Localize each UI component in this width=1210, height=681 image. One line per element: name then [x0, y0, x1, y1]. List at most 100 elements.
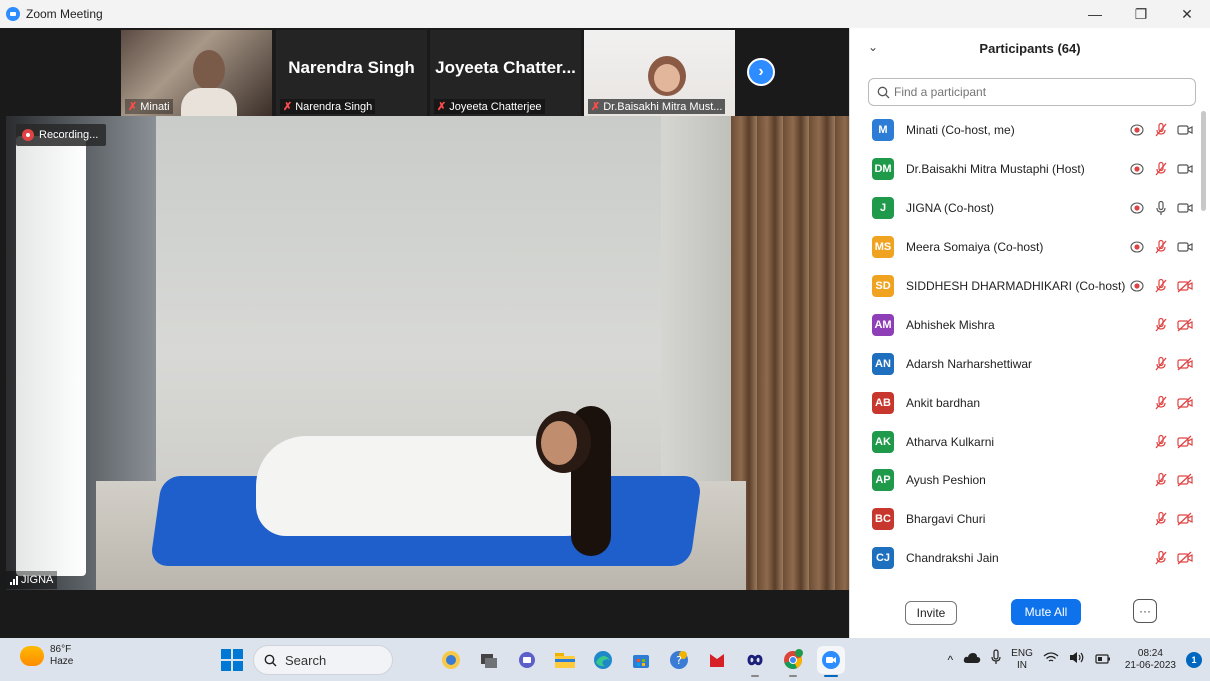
clock-date: 21-06-2023: [1124, 659, 1176, 671]
mic-muted-icon[interactable]: [1153, 434, 1169, 450]
weather-widget[interactable]: 86°F Haze: [20, 644, 73, 668]
window-controls: — ❐ ✕: [1072, 0, 1210, 28]
invite-button[interactable]: Invite: [905, 601, 957, 625]
video-on-icon[interactable]: [1177, 161, 1193, 177]
task-view-icon[interactable]: [475, 646, 503, 674]
mute-all-button[interactable]: Mute All: [1011, 599, 1081, 625]
participant-status-icons: [1129, 111, 1193, 150]
video-on-icon[interactable]: [1177, 200, 1193, 216]
notification-badge[interactable]: 1: [1186, 651, 1202, 668]
mic-muted-icon[interactable]: [1153, 356, 1169, 372]
thumbnail-big-name: Narendra Singh: [288, 58, 415, 77]
participant-avatar: AK: [872, 430, 894, 453]
participant-row[interactable]: AP Ayush Peshion: [850, 461, 1205, 500]
video-off-icon[interactable]: [1177, 434, 1193, 450]
mic-muted-icon[interactable]: [1153, 239, 1169, 255]
participant-name: Minati (Co-host, me): [906, 123, 1015, 138]
video-off-icon[interactable]: [1177, 550, 1193, 566]
thumbnail-label: ✗ Narendra Singh: [280, 99, 376, 114]
participant-row[interactable]: AK Atharva Kulkarni: [850, 422, 1205, 461]
participant-row[interactable]: CJ Chandrakshi Jain: [850, 539, 1205, 578]
close-button[interactable]: ✕: [1164, 0, 1210, 28]
wifi-icon[interactable]: [1043, 651, 1059, 669]
participant-name: Ankit bardhan: [906, 395, 981, 410]
more-options-button[interactable]: ···: [1133, 599, 1157, 623]
participant-name: Meera Somaiya (Co-host): [906, 240, 1044, 255]
participant-avatar: J: [872, 197, 894, 220]
next-page-button[interactable]: ›: [747, 58, 775, 86]
participant-status-icons: [1153, 344, 1193, 383]
weather-condition: Haze: [50, 656, 74, 667]
zoom-app-taskbar-icon[interactable]: [817, 646, 845, 677]
file-explorer-icon[interactable]: [551, 646, 579, 674]
taskbar-apps: Search ?: [221, 642, 845, 678]
participant-thumbnail[interactable]: ✗ Minati: [121, 30, 272, 116]
mic-muted-icon[interactable]: [1153, 161, 1169, 177]
onedrive-cloud-icon[interactable]: [963, 651, 981, 669]
microphone-icon[interactable]: [991, 649, 1001, 670]
widgets-app-icon[interactable]: [437, 646, 465, 674]
recording-indicator[interactable]: Recording...: [16, 124, 107, 146]
taskbar-search-label: Search: [285, 652, 327, 668]
windows-start-icon[interactable]: [221, 649, 243, 671]
video-off-icon[interactable]: [1177, 317, 1193, 333]
search-input[interactable]: [894, 85, 1184, 99]
participant-status-icons: [1153, 422, 1193, 461]
thumbnail-name: Dr.Baisakhi Mitra Must...: [603, 100, 723, 113]
participant-row[interactable]: AB Ankit bardhan: [850, 383, 1205, 422]
video-off-icon[interactable]: [1177, 511, 1193, 527]
taskbar-search[interactable]: Search: [253, 645, 393, 675]
mic-muted-icon[interactable]: [1153, 472, 1169, 488]
participant-row[interactable]: AM Abhishek Mishra: [850, 305, 1205, 344]
participant-row[interactable]: MS Meera Somaiya (Co-host): [850, 228, 1205, 267]
video-off-icon[interactable]: [1177, 278, 1193, 294]
mic-muted-icon[interactable]: [1153, 122, 1169, 138]
mic-muted-icon[interactable]: [1153, 317, 1169, 333]
show-hidden-icons-chevron-icon[interactable]: ^: [948, 653, 954, 667]
participant-name: Chandrakshi Jain: [906, 551, 999, 566]
participant-row[interactable]: SD SIDDHESH DHARMADHIKARI (Co-host): [850, 267, 1205, 306]
panel-scrollbar[interactable]: [1201, 111, 1206, 211]
minimize-button[interactable]: —: [1072, 0, 1118, 28]
participant-row[interactable]: DM Dr.Baisakhi Mitra Mustaphi (Host): [850, 150, 1205, 189]
volume-icon[interactable]: [1069, 651, 1085, 669]
clock[interactable]: 08:24 21-06-2023: [1125, 648, 1176, 672]
participant-row[interactable]: M Minati (Co-host, me): [850, 111, 1205, 150]
video-off-icon[interactable]: [1177, 395, 1193, 411]
collapse-panel-icon[interactable]: ⌄: [868, 40, 878, 54]
video-off-icon[interactable]: [1177, 356, 1193, 372]
participant-name: Ayush Peshion: [906, 473, 986, 488]
participant-thumbnail[interactable]: ✗ Dr.Baisakhi Mitra Must...: [584, 30, 735, 116]
mic-muted-icon[interactable]: [1153, 278, 1169, 294]
participant-status-icons: [1153, 539, 1193, 578]
video-on-icon[interactable]: [1177, 239, 1193, 255]
system-tray: ^ ENG IN 08:24 21-06-2023 1: [948, 638, 1210, 681]
mic-muted-icon[interactable]: [1153, 550, 1169, 566]
panel-header: ⌄ Participants (64): [850, 28, 1210, 68]
edge-browser-icon[interactable]: [589, 646, 617, 674]
video-on-icon[interactable]: [1177, 122, 1193, 138]
chat-app-icon[interactable]: [513, 646, 541, 674]
mic-on-icon[interactable]: [1153, 200, 1169, 216]
mcafee-app-icon[interactable]: [703, 646, 731, 674]
participant-row[interactable]: AN Adarsh Narharshettiwar: [850, 344, 1205, 383]
battery-icon[interactable]: [1095, 651, 1111, 669]
participant-status-icons: [1153, 500, 1193, 539]
windows-taskbar: 86°F Haze Search ? ^ ENG IN 08:24 21-06-…: [0, 638, 1210, 681]
infinity-app-icon[interactable]: [741, 646, 769, 677]
participant-row[interactable]: J JIGNA (Co-host): [850, 189, 1205, 228]
participant-thumbnail[interactable]: Joyeeta Chatter... ✗ Joyeeta Chatterjee: [430, 30, 581, 116]
mic-muted-icon[interactable]: [1153, 511, 1169, 527]
participant-row[interactable]: BC Bhargavi Churi: [850, 500, 1205, 539]
mic-muted-icon: ✗: [128, 101, 138, 113]
help-app-icon[interactable]: ?: [665, 646, 693, 674]
store-app-icon[interactable]: [627, 646, 655, 674]
mic-muted-icon[interactable]: [1153, 395, 1169, 411]
video-off-icon[interactable]: [1177, 472, 1193, 488]
participant-search[interactable]: [868, 78, 1196, 106]
participant-avatar: BC: [872, 508, 894, 531]
restore-button[interactable]: ❐: [1118, 0, 1164, 28]
language-indicator[interactable]: ENG IN: [1011, 648, 1033, 672]
participant-thumbnail[interactable]: Narendra Singh ✗ Narendra Singh: [276, 30, 427, 116]
chrome-browser-icon[interactable]: [779, 646, 807, 677]
